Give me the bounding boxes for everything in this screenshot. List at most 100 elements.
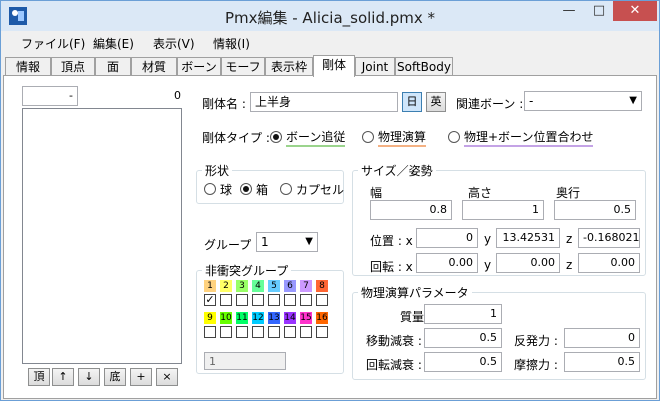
tab-morph[interactable]: モーフ [221,57,265,76]
friction-input[interactable]: 0.5 [564,352,640,372]
nocollide-checkbox[interactable] [268,294,280,306]
tab-joint[interactable]: Joint [355,57,395,76]
pos-x-input[interactable]: 0 [416,228,478,248]
nocollide-checkbox[interactable] [236,294,248,306]
menu-file[interactable]: ファイル(F) [21,35,85,52]
type-physics-bone-radio[interactable] [448,131,460,143]
nocollide-checkbox[interactable] [284,326,296,338]
type-physics-radio[interactable] [362,131,374,143]
menu-edit[interactable]: 編集(E) [93,35,134,52]
nocollide-group-number: 6 [284,280,296,292]
type-label: 剛体タイプ : [202,131,270,145]
tab-display[interactable]: 表示枠 [265,57,313,76]
restitution-label: 反発力 : [514,334,558,348]
nocollide-checkbox[interactable] [316,294,328,306]
maximize-button[interactable]: □ [585,1,613,21]
rot-label: 回転 : x [370,260,413,274]
menu-view[interactable]: 表示(V) [153,35,195,52]
restitution-input[interactable]: 0 [564,328,640,348]
physics-group-title: 物理演算パラメータ [358,284,472,301]
nocollide-group-number: 5 [268,280,280,292]
group-select-value: 1 [261,235,269,249]
width-input[interactable]: 0.8 [370,200,452,220]
tab-info[interactable]: 情報 [5,57,51,76]
nocollide-checkbox[interactable] [316,326,328,338]
height-input[interactable]: 1 [462,200,544,220]
tab-face[interactable]: 面 [95,57,131,76]
nocollide-checkbox[interactable] [284,294,296,306]
lang-en-button[interactable]: 英 [426,92,446,112]
size-group-title: サイズ／姿勢 [358,162,436,179]
rot-damp-input[interactable]: 0.5 [424,352,502,372]
tab-material[interactable]: 材質 [131,57,177,76]
lang-jp-button[interactable]: 日 [402,92,422,112]
shape-capsule-radio[interactable] [280,183,292,195]
rot-x-input[interactable]: 0.00 [416,253,478,273]
nocollide-checkbox[interactable] [300,294,312,306]
nocollide-group-number: 14 [284,312,296,324]
shape-sphere-radio[interactable] [204,183,216,195]
nocollide-checkbox[interactable] [236,326,248,338]
nocollide-checkbox[interactable] [252,294,264,306]
move-top-button[interactable]: 頂 [28,368,50,386]
bone-select[interactable]: - ▼ [524,91,642,111]
nocollide-grid: 1 ✓ 2 3 4 5 6 7 8 9 10 11 12 13 14 15 16 [204,280,338,342]
nocollide-group-number: 13 [268,312,280,324]
add-button[interactable]: + [130,368,152,386]
move-up-button[interactable]: ↑ [52,368,74,386]
shape-group-title: 形状 [202,162,233,179]
rot-z-input[interactable]: 0.00 [578,253,640,273]
nocollide-checkbox[interactable] [220,326,232,338]
pos-z-input[interactable]: -0.168021 [578,228,640,248]
tab-bone[interactable]: ボーン [177,57,221,76]
group-select[interactable]: 1 ▼ [256,232,318,252]
tab-softbody[interactable]: SoftBody [395,57,453,76]
chevron-down-icon: ▼ [305,236,313,247]
move-damp-label: 移動減衰 : [366,334,422,348]
body-name-input[interactable]: 上半身 [250,92,398,112]
shape-box-label: 箱 [256,183,269,197]
type-bone-radio[interactable] [270,131,282,143]
rot-y-input[interactable]: 0.00 [496,253,560,273]
nocollide-group-number: 16 [316,312,328,324]
nocollide-group-number: 7 [300,280,312,292]
depth-label: 奥行 [556,186,581,200]
tab-rigidbody[interactable]: 剛体 [313,55,355,77]
nocollide-checkbox[interactable] [220,294,232,306]
tab-vertex[interactable]: 頂点 [51,57,95,76]
nocollide-group-number: 9 [204,312,216,324]
pos-y-label: y [484,232,492,246]
list-filter-input[interactable]: - [22,86,78,106]
rot-z-label: z [566,258,573,272]
list-count: 0 [174,89,181,102]
nocollide-checkbox[interactable] [204,326,216,338]
rigidbody-list[interactable] [22,108,182,364]
nocollide-checkbox[interactable]: ✓ [204,294,216,306]
nocollide-checkbox[interactable] [300,326,312,338]
shape-sphere-label: 球 [220,183,233,197]
rigidbody-panel: - 0 頂 ↑ ↓ 底 + × 剛体名 : 上半身 日 英 関連ボーン : - … [3,75,657,399]
app-window: Pmx編集 - Alicia_solid.pmx * — □ ✕ ファイル(F)… [0,0,660,401]
nocollide-group-number: 15 [300,312,312,324]
nocollide-text[interactable]: 1 [204,352,286,370]
type-bone-label: ボーン追従 [286,128,346,147]
rot-y-label: y [484,258,492,272]
move-down-button[interactable]: ↓ [78,368,100,386]
group-label: グループ : [204,238,260,252]
move-damp-input[interactable]: 0.5 [424,328,502,348]
minimize-button[interactable]: — [555,1,583,21]
nocollide-checkbox[interactable] [252,326,264,338]
nocollide-checkbox[interactable] [268,326,280,338]
delete-button[interactable]: × [156,368,178,386]
chevron-down-icon: ▼ [629,95,637,106]
move-bottom-button[interactable]: 底 [104,368,126,386]
mass-input[interactable]: 1 [424,304,502,324]
depth-input[interactable]: 0.5 [554,200,636,220]
close-button[interactable]: ✕ [613,1,657,21]
nocollide-group-number: 10 [220,312,232,324]
shape-box-radio[interactable] [240,183,252,195]
menu-info[interactable]: 情報(I) [213,35,250,52]
title-bar[interactable]: Pmx編集 - Alicia_solid.pmx * — □ ✕ [1,1,659,31]
pos-y-input[interactable]: 13.42531 [496,228,560,248]
nocollide-group-number: 3 [236,280,248,292]
